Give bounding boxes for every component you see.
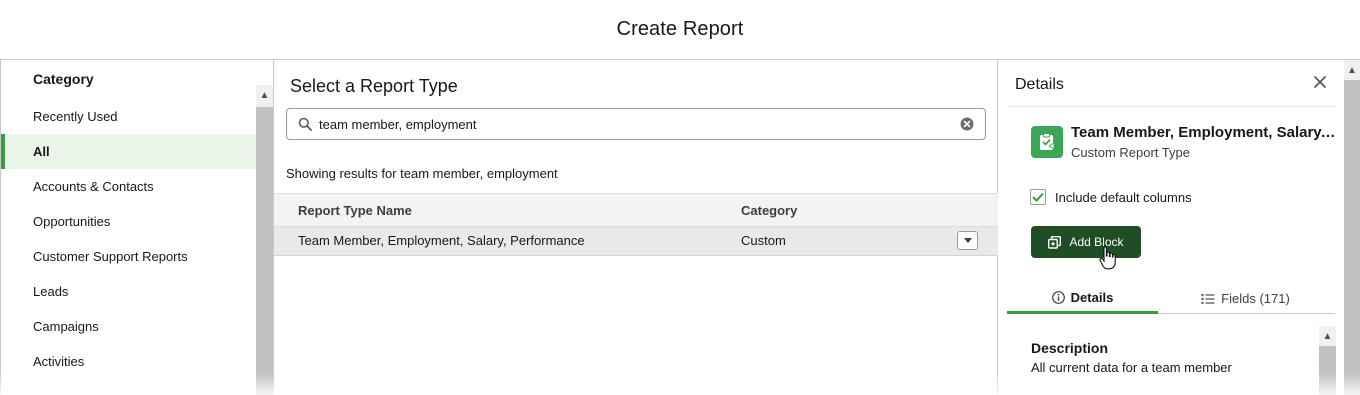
table-row[interactable]: Team Member, Employment, Salary, Perform… <box>274 227 998 256</box>
search-icon <box>298 117 312 131</box>
add-block-button[interactable]: Add Block <box>1031 226 1141 258</box>
tab-details[interactable]: Details <box>1007 283 1158 314</box>
search-results-summary: Showing results for team member, employm… <box>286 166 558 181</box>
details-tabs: Details Fields (171) <box>1007 283 1335 314</box>
scroll-up-arrow-icon[interactable]: ▲ <box>256 85 273 105</box>
description-text: All current data for a team member <box>1031 360 1232 375</box>
dialog-header: Create Report <box>0 0 1360 60</box>
details-scrollbar[interactable]: ▲ <box>1319 326 1336 395</box>
clear-search-icon[interactable] <box>960 117 974 131</box>
category-panel: Category Recently Used All Accounts & Co… <box>1 60 274 395</box>
add-block-icon <box>1048 235 1062 249</box>
report-type-name-cell: Team Member, Employment, Salary, Perform… <box>298 233 585 248</box>
table-header: Report Type Name Category <box>274 193 998 227</box>
category-heading: Category <box>33 71 94 87</box>
category-item-recently-used[interactable]: Recently Used <box>1 99 256 134</box>
window-scrollbar[interactable]: ▲ <box>1344 60 1360 395</box>
info-icon <box>1051 290 1065 304</box>
tab-fields[interactable]: Fields (171) <box>1170 283 1321 314</box>
category-list: Recently Used All Accounts & Contacts Op… <box>1 99 256 379</box>
category-item-customer-support-reports[interactable]: Customer Support Reports <box>1 239 256 274</box>
details-divider <box>1007 106 1335 107</box>
tab-fields-label: Fields (171) <box>1221 291 1290 306</box>
checkmark-icon <box>1032 192 1044 202</box>
hand-cursor-icon <box>1099 246 1116 270</box>
category-list-fade <box>1 365 256 395</box>
report-type-heading: Select a Report Type <box>290 76 458 96</box>
chevron-down-icon <box>963 238 972 243</box>
selected-report-type-kind: Custom Report Type <box>1071 145 1190 160</box>
details-heading: Details <box>1015 76 1064 93</box>
close-icon[interactable] <box>1312 74 1328 90</box>
category-item-opportunities[interactable]: Opportunities <box>1 204 256 239</box>
list-icon <box>1201 293 1215 304</box>
details-scrollbar-thumb[interactable] <box>1319 346 1336 395</box>
window-scrollbar-thumb[interactable] <box>1344 80 1360 395</box>
report-type-table: Report Type Name Category Team Member, E… <box>274 193 998 256</box>
category-item-leads[interactable]: Leads <box>1 274 256 309</box>
include-default-columns-label: Include default columns <box>1055 190 1192 205</box>
include-default-columns-checkbox[interactable] <box>1030 189 1046 205</box>
description-heading: Description <box>1031 340 1109 356</box>
row-actions-dropdown[interactable] <box>957 231 978 250</box>
search-input[interactable] <box>319 109 949 139</box>
category-scrollbar[interactable]: ▲ <box>256 85 273 395</box>
dialog-title: Create Report <box>616 18 744 40</box>
scroll-up-arrow-icon[interactable]: ▲ <box>1344 60 1360 80</box>
selected-report-type-name: Team Member, Employment, Salary, Perform… <box>1071 124 1337 141</box>
scroll-up-arrow-icon[interactable]: ▲ <box>1319 326 1336 346</box>
report-type-panel: Select a Report Type Showing results for… <box>274 60 998 395</box>
category-scrollbar-thumb[interactable] <box>256 107 273 395</box>
report-type-category-cell: Custom <box>741 233 786 248</box>
column-header-category[interactable]: Category <box>741 194 797 227</box>
category-item-campaigns[interactable]: Campaigns <box>1 309 256 344</box>
tab-details-label: Details <box>1070 289 1114 305</box>
category-item-accounts-contacts[interactable]: Accounts & Contacts <box>1 169 256 204</box>
clipboard-icon <box>1040 133 1055 150</box>
column-header-report-type-name[interactable]: Report Type Name <box>298 194 412 227</box>
report-type-icon <box>1031 126 1063 158</box>
details-panel: Details Team Member, Employment, Salary,… <box>999 60 1360 395</box>
category-item-all[interactable]: All <box>1 134 256 169</box>
report-type-search[interactable] <box>286 108 986 140</box>
